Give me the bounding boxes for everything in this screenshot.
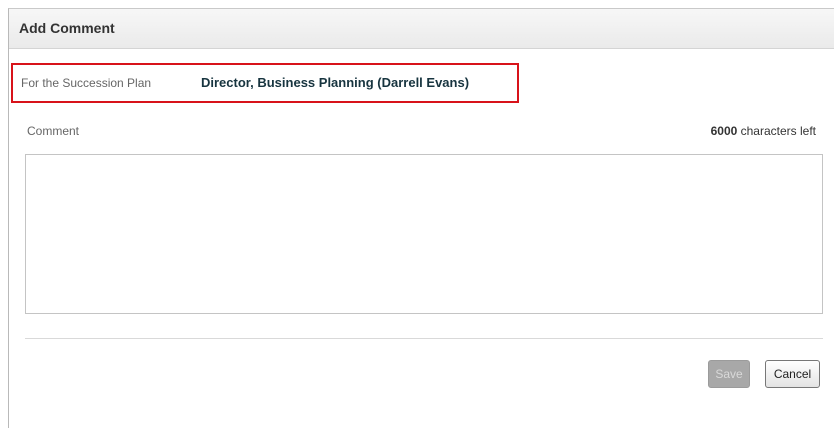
- characters-left-counter: 6000 characters left: [711, 124, 816, 138]
- succession-plan-label: For the Succession Plan: [21, 76, 152, 90]
- succession-plan-highlight: For the Succession Plan Director, Busine…: [11, 63, 519, 103]
- save-button[interactable]: Save: [708, 360, 750, 388]
- cancel-button[interactable]: Cancel: [765, 360, 820, 388]
- add-comment-dialog: Add Comment For the Succession Plan Dire…: [8, 8, 834, 428]
- comment-label: Comment: [27, 124, 80, 138]
- dialog-titlebar: Add Comment: [9, 9, 834, 49]
- characters-left-text: characters left: [737, 124, 816, 138]
- characters-left-number: 6000: [710, 124, 738, 138]
- succession-plan-value: Director, Business Planning (Darrell Eva…: [201, 75, 470, 90]
- dialog-title: Add Comment: [19, 20, 115, 36]
- comment-textarea[interactable]: [25, 154, 823, 314]
- footer-divider: [25, 338, 823, 339]
